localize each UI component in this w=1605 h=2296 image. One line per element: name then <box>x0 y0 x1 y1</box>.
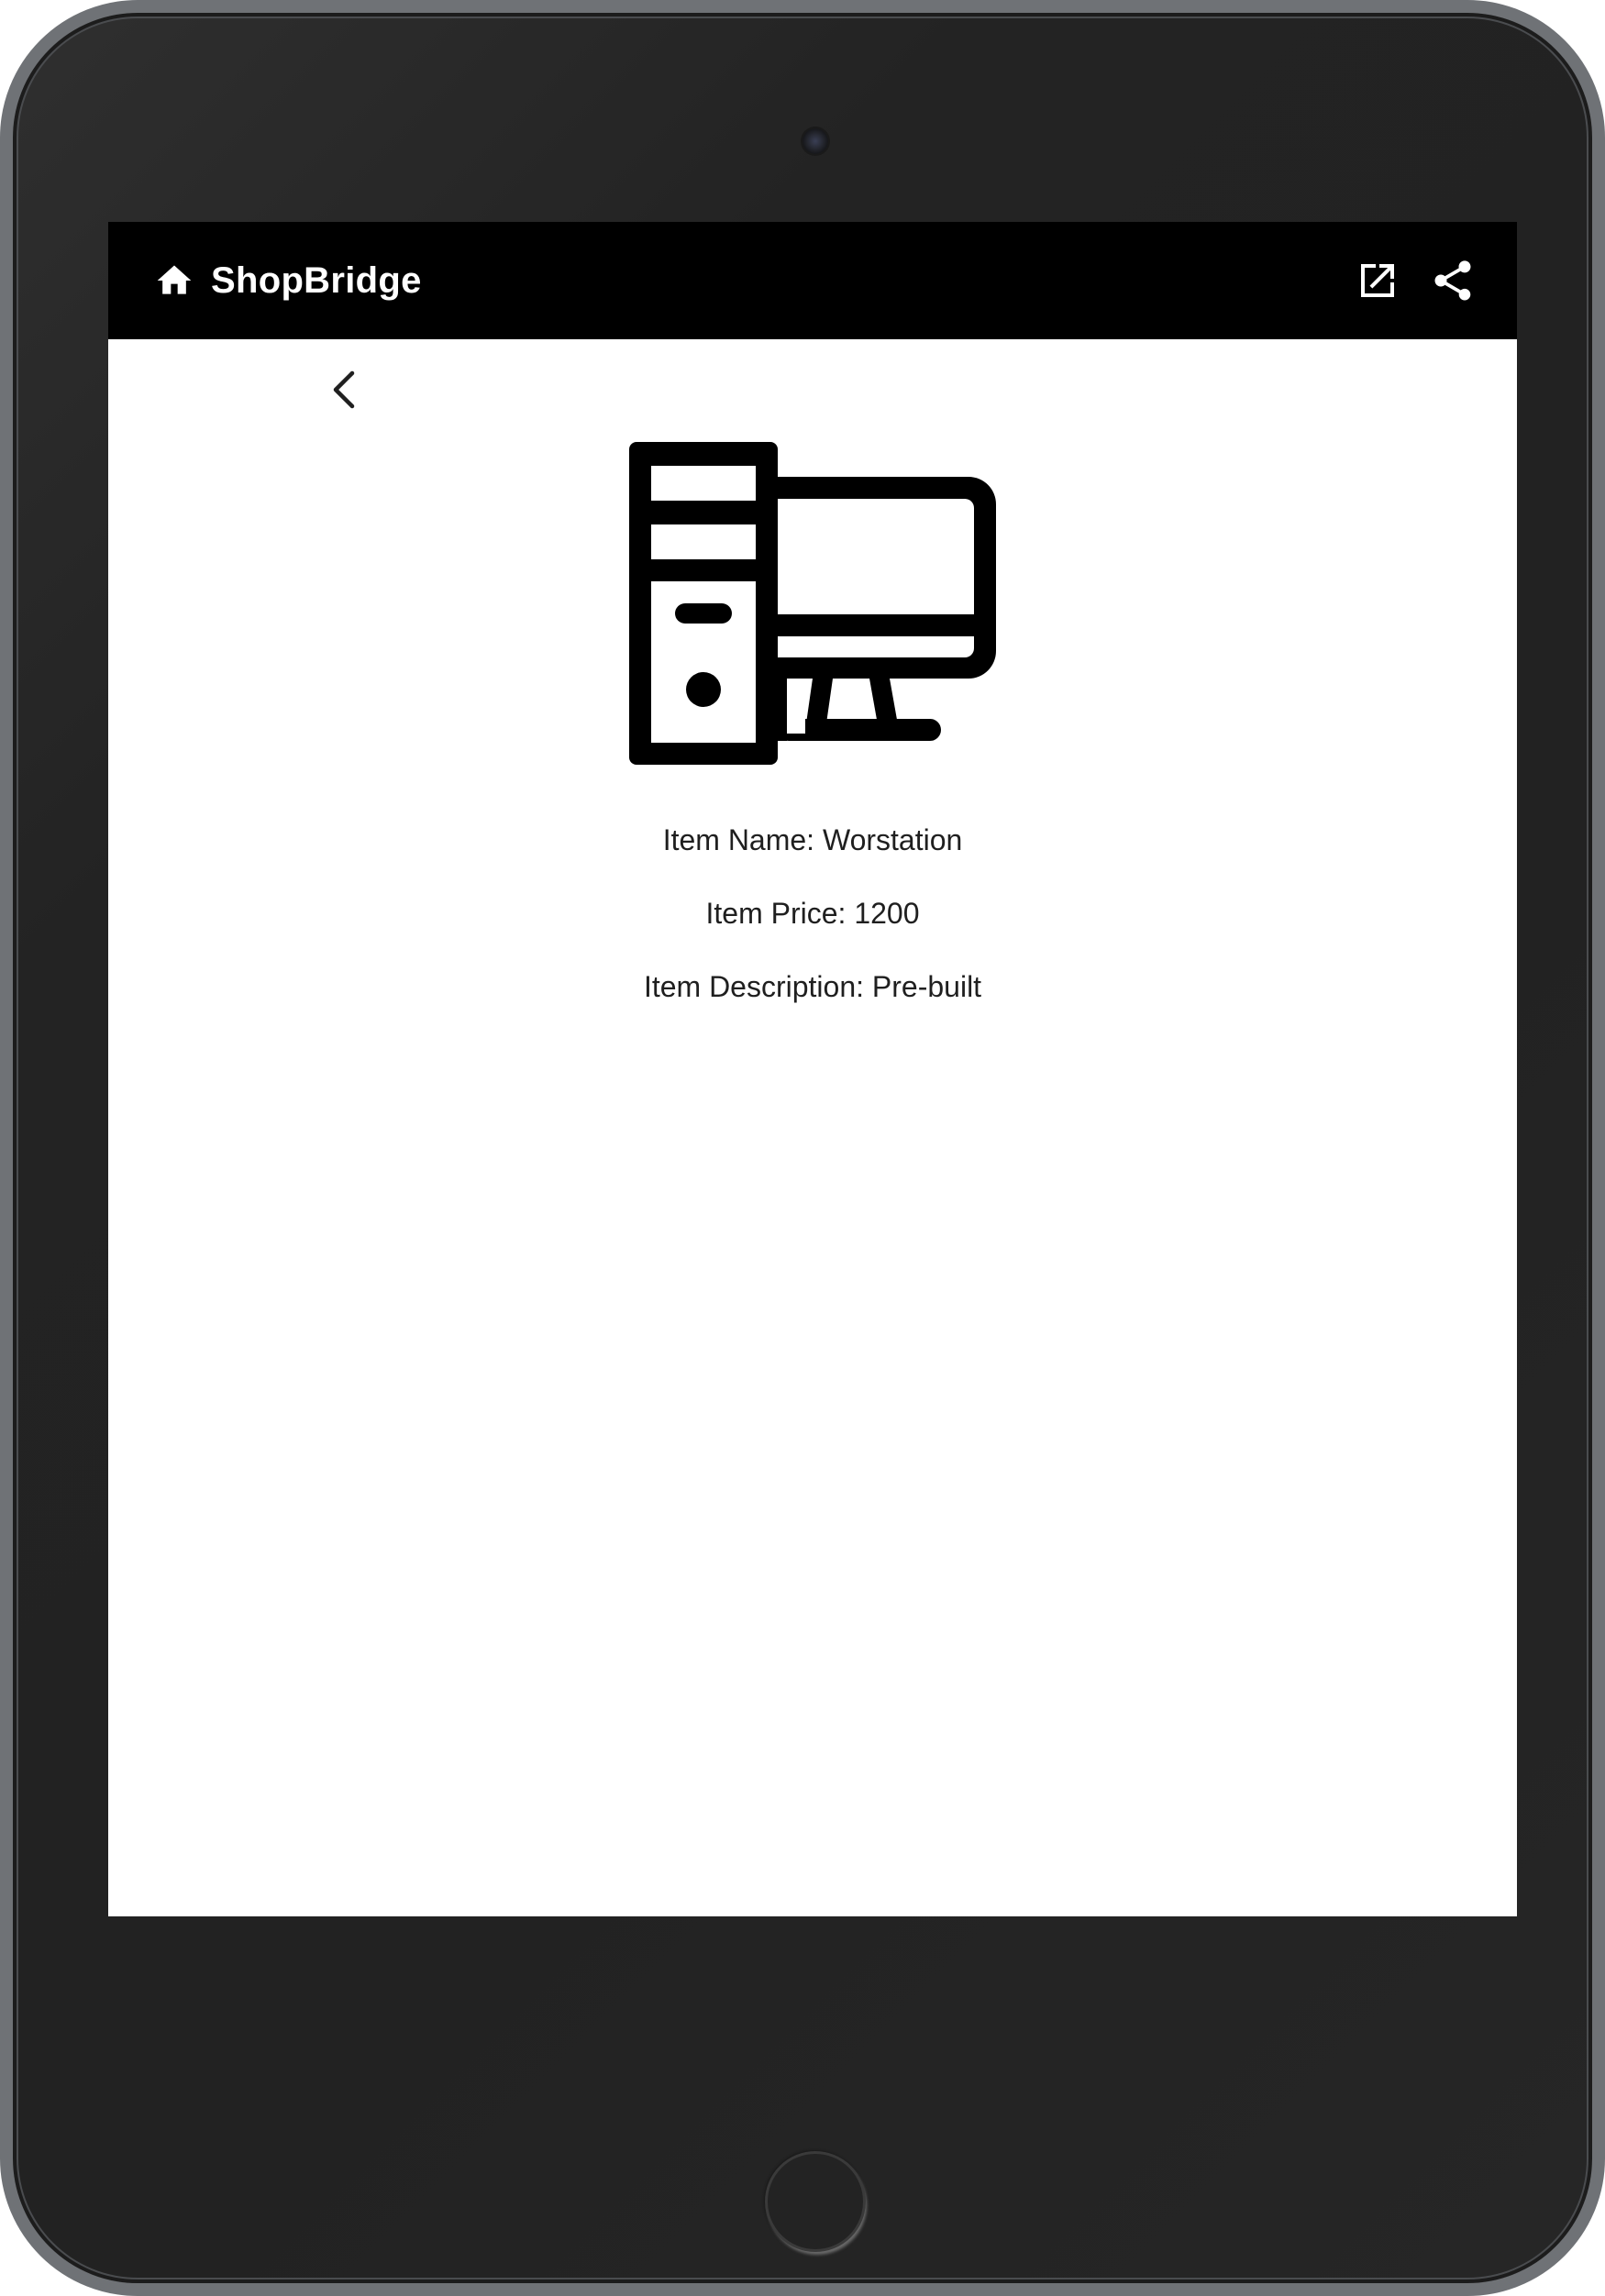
tablet-frame: ShopBridge Item Name: Worstation Item Pr… <box>0 0 1605 2296</box>
item-description-text: Item Description: Pre-built <box>643 970 982 1003</box>
device-home-button[interactable] <box>765 2151 866 2252</box>
app-screen: ShopBridge Item Name: Worstation Item Pr… <box>108 222 1517 1916</box>
item-name-text: Item Name: Worstation <box>662 823 963 856</box>
desktop-computer-icon <box>629 442 996 765</box>
front-camera <box>802 128 828 154</box>
app-bar: ShopBridge <box>108 222 1517 339</box>
home-icon[interactable] <box>154 260 194 301</box>
app-title: ShopBridge <box>211 260 422 301</box>
share-icon[interactable] <box>1429 257 1477 304</box>
chevron-left-icon[interactable] <box>319 364 371 415</box>
item-price-text: Item Price: 1200 <box>705 897 920 930</box>
open-in-new-icon[interactable] <box>1356 259 1400 303</box>
